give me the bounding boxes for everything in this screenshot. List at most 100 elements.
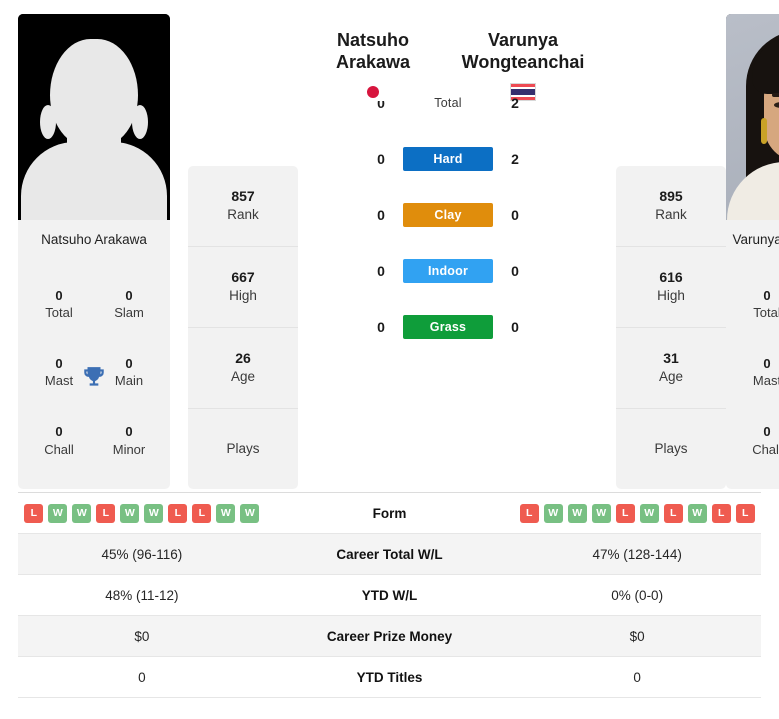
right-player-panel: Varunya Wongteanchai 0 Total 0 Slam 0 Ma… — [726, 14, 779, 489]
table-row-ytd-titles: 0 YTD Titles 0 — [18, 657, 761, 698]
title-stat-value: 0 — [55, 287, 63, 303]
right-value: 0% (0-0) — [611, 587, 664, 603]
h2h-right-score: 2 — [511, 94, 519, 111]
title-stat-mast: 0 Mast — [732, 338, 779, 406]
h2h-row-total: 0 Total 2 — [298, 75, 598, 131]
form-badge-w: W — [144, 503, 164, 523]
h2h-surface-label: Grass — [403, 314, 493, 339]
title-stat-minor: 0 Minor — [94, 407, 164, 475]
stat-plays: Plays — [616, 409, 726, 489]
title-stat-label: Chall — [44, 441, 74, 457]
title-stat-label: Total — [45, 305, 73, 321]
left-player-photo — [18, 14, 170, 220]
stat-value: 26 — [235, 349, 251, 366]
stat-rank: 857 Rank — [188, 166, 298, 247]
comparison-header: Natsuho Arakawa 0 Total 0 Slam 0 Mast 0 … — [0, 0, 779, 492]
form-badge-l: L — [735, 503, 755, 523]
h2h-surface-label: Indoor — [403, 258, 493, 283]
h2h-left-score: 0 — [377, 262, 385, 279]
h2h-left-score: 0 — [377, 318, 385, 335]
h2h-surface-label: Clay — [403, 202, 493, 227]
table-row-career-prize-money: $0 Career Prize Money $0 — [18, 616, 761, 657]
title-stat-value: 0 — [125, 287, 133, 303]
right-form-strip: LWWWLWLWLL — [513, 503, 761, 523]
stat-value: 616 — [659, 268, 683, 285]
stat-label: High — [229, 288, 257, 304]
stat-value: 895 — [659, 187, 683, 204]
row-label: YTD W/L — [361, 587, 418, 603]
stat-label: Rank — [227, 207, 259, 223]
left-first-name: Natsuho — [337, 30, 409, 50]
right-value: $0 — [629, 628, 645, 644]
stat-age: 26 Age — [188, 328, 298, 409]
h2h-row-hard: 0 Hard 2 — [298, 131, 598, 187]
stat-label: Plays — [654, 440, 688, 456]
h2h-surface-label: Hard — [403, 146, 493, 171]
player-comparison-page: Natsuho Arakawa 0 Total 0 Slam 0 Mast 0 … — [0, 0, 779, 719]
right-value: 47% (128-144) — [592, 546, 682, 562]
stat-value: 667 — [231, 268, 255, 285]
stat-plays: Plays — [188, 409, 298, 489]
right-first-name: Varunya — [487, 30, 559, 50]
form-badge-w: W — [567, 503, 587, 523]
left-value: 0 — [138, 669, 146, 685]
title-stat-total: 0 Total — [24, 270, 94, 338]
title-stat-value: 0 — [55, 424, 63, 440]
form-badge-l: L — [96, 503, 116, 523]
title-stat-label: Total — [753, 305, 779, 321]
h2h-surface-rows: 0 Total 2 0 Hard 2 0 Clay 0 0 Indoor 0 0… — [298, 75, 598, 355]
title-stat-total: 0 Total — [732, 270, 779, 338]
right-player-name: Varunya Wongteanchai — [732, 232, 779, 247]
stat-age: 31 Age — [616, 328, 726, 409]
head-to-head-panel: Natsuho Arakawa Varunya Wongteanchai 0 T… — [298, 14, 598, 492]
form-badge-l: L — [711, 503, 731, 523]
left-player-titles: 0 Total 0 Slam 0 Mast 0 Main 0 Chall 0 M… — [18, 266, 170, 489]
title-stat-value: 0 — [763, 287, 771, 303]
left-player-name: Natsuho Arakawa — [41, 232, 147, 247]
form-badge-l: L — [24, 503, 44, 523]
stat-value: 857 — [231, 187, 255, 204]
left-value: 48% (11-12) — [105, 587, 179, 603]
form-badge-l: L — [192, 503, 212, 523]
comparison-table: LWWLWWLLWW Form LWWWLWLWLL 45% (96-116) … — [0, 493, 779, 698]
row-label: Form — [372, 505, 407, 521]
title-stat-value: 0 — [763, 355, 771, 371]
h2h-left-score: 0 — [377, 206, 385, 223]
title-stat-value: 0 — [125, 424, 133, 440]
title-stat-label: Chall — [752, 441, 779, 457]
right-last-name: Wongteanchai — [461, 51, 585, 72]
form-badge-w: W — [591, 503, 611, 523]
row-label: Career Total W/L — [336, 546, 443, 562]
table-row-ytd-wl: 48% (11-12) YTD W/L 0% (0-0) — [18, 575, 761, 616]
row-label: Career Prize Money — [326, 628, 453, 644]
right-player-photo — [726, 14, 779, 220]
title-stat-label: Slam — [114, 305, 144, 321]
right-player-stats: 895 Rank 616 High 31 Age Plays — [616, 166, 726, 489]
form-badge-w: W — [120, 503, 140, 523]
right-value: 0 — [633, 669, 641, 685]
title-stat-label: Mast — [752, 373, 779, 389]
left-last-name: Arakawa — [335, 51, 411, 72]
h2h-surface-label: Total — [434, 95, 462, 110]
stat-high: 616 High — [616, 247, 726, 328]
right-player-titles: 0 Total 0 Slam 0 Mast 0 Main 0 Chall — [726, 266, 779, 489]
h2h-row-clay: 0 Clay 0 — [298, 187, 598, 243]
form-badge-l: L — [615, 503, 635, 523]
stat-high: 667 High — [188, 247, 298, 328]
stat-label: Age — [658, 369, 684, 385]
title-stat-chall: 0 Chall — [732, 407, 779, 475]
title-stat-slam: 0 Slam — [94, 270, 164, 338]
stat-label: Rank — [655, 207, 687, 223]
left-player-stats: 857 Rank 667 High 26 Age Plays — [188, 166, 298, 489]
h2h-right-score: 0 — [511, 318, 519, 335]
left-form-strip: LWWLWWLLWW — [18, 503, 266, 523]
row-label: YTD Titles — [356, 669, 423, 685]
trophy-icon — [84, 366, 104, 386]
japan-flag-icon — [360, 82, 386, 101]
form-badge-w: W — [240, 503, 260, 523]
h2h-row-indoor: 0 Indoor 0 — [298, 243, 598, 299]
table-row-career-total-wl: 45% (96-116) Career Total W/L 47% (128-1… — [18, 534, 761, 575]
form-badge-w: W — [687, 503, 707, 523]
form-badge-w: W — [216, 503, 236, 523]
stat-label: Age — [230, 369, 256, 385]
